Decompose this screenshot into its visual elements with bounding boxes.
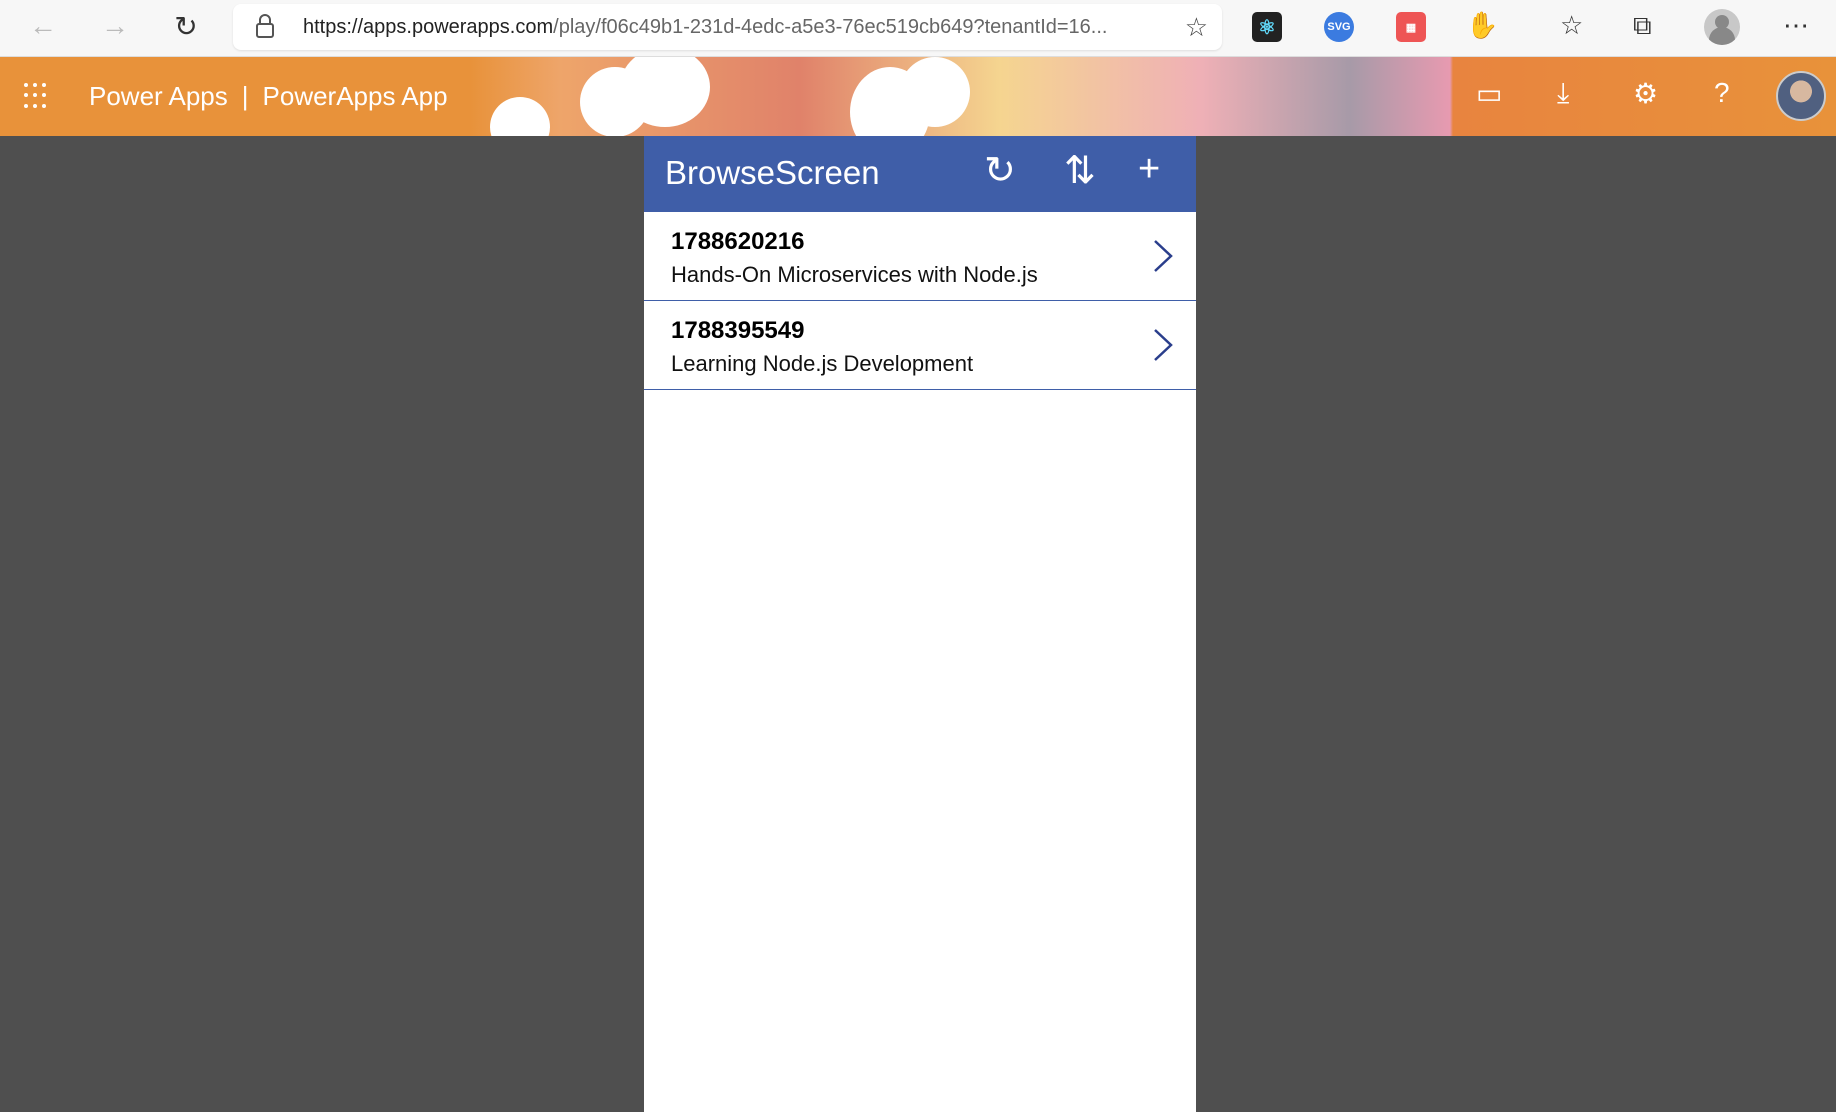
download-icon[interactable]: ⤓ (1557, 77, 1569, 110)
extension-hand-icon[interactable]: ✋ (1466, 10, 1498, 41)
extension-icon[interactable]: ▦ (1396, 12, 1426, 42)
browse-screen: BrowseScreen ↻ ⇅ + 1788620216 Hands-On M… (644, 136, 1196, 1112)
app-header: Power Apps | PowerApps App ▭ ⤓ ⚙ ? (0, 57, 1836, 136)
reload-button[interactable]: ↻ (166, 10, 206, 43)
app-launcher-icon[interactable] (24, 83, 50, 109)
more-icon[interactable]: ⋯ (1783, 10, 1809, 41)
forward-button[interactable]: → (95, 10, 135, 42)
screen-header: BrowseScreen ↻ ⇅ + (644, 136, 1196, 212)
sort-button[interactable]: ⇅ (1064, 148, 1096, 193)
refresh-button[interactable]: ↻ (984, 148, 1016, 193)
list-item[interactable]: 1788395549 Learning Node.js Development (644, 301, 1196, 390)
list-item[interactable]: 1788620216 Hands-On Microservices with N… (644, 212, 1196, 301)
collections-icon[interactable]: ⧉ (1633, 10, 1652, 42)
react-extension-icon[interactable]: ⚛ (1252, 12, 1282, 42)
url-text: https://apps.powerapps.com/play/f06c49b1… (303, 16, 1108, 38)
favorites-icon[interactable]: ☆ (1560, 10, 1583, 41)
user-avatar[interactable] (1776, 71, 1826, 121)
help-icon[interactable]: ? (1714, 77, 1730, 109)
svg-extension-icon[interactable]: SVG (1324, 12, 1354, 42)
item-id: 1788395549 (671, 317, 805, 344)
browser-toolbar: ← → ↻ https://apps.powerapps.com/play/f0… (0, 0, 1836, 57)
lock-icon (256, 14, 274, 38)
fit-screen-icon[interactable]: ▭ (1476, 77, 1502, 110)
back-button[interactable]: ← (23, 10, 63, 42)
screen-title: BrowseScreen (665, 154, 880, 191)
add-button[interactable]: + (1138, 148, 1160, 191)
item-title: Learning Node.js Development (671, 351, 974, 376)
settings-icon[interactable]: ⚙ (1633, 77, 1658, 110)
item-title: Hands-On Microservices with Node.js (671, 262, 1038, 287)
item-id: 1788620216 (671, 228, 805, 255)
profile-icon[interactable] (1704, 9, 1740, 45)
add-favorite-icon[interactable]: ☆ (1185, 12, 1208, 43)
chevron-right-icon[interactable] (1152, 239, 1174, 273)
address-bar[interactable]: https://apps.powerapps.com/play/f06c49b1… (233, 4, 1222, 50)
chevron-right-icon[interactable] (1152, 328, 1174, 362)
app-title: Power Apps | PowerApps App (89, 81, 448, 111)
